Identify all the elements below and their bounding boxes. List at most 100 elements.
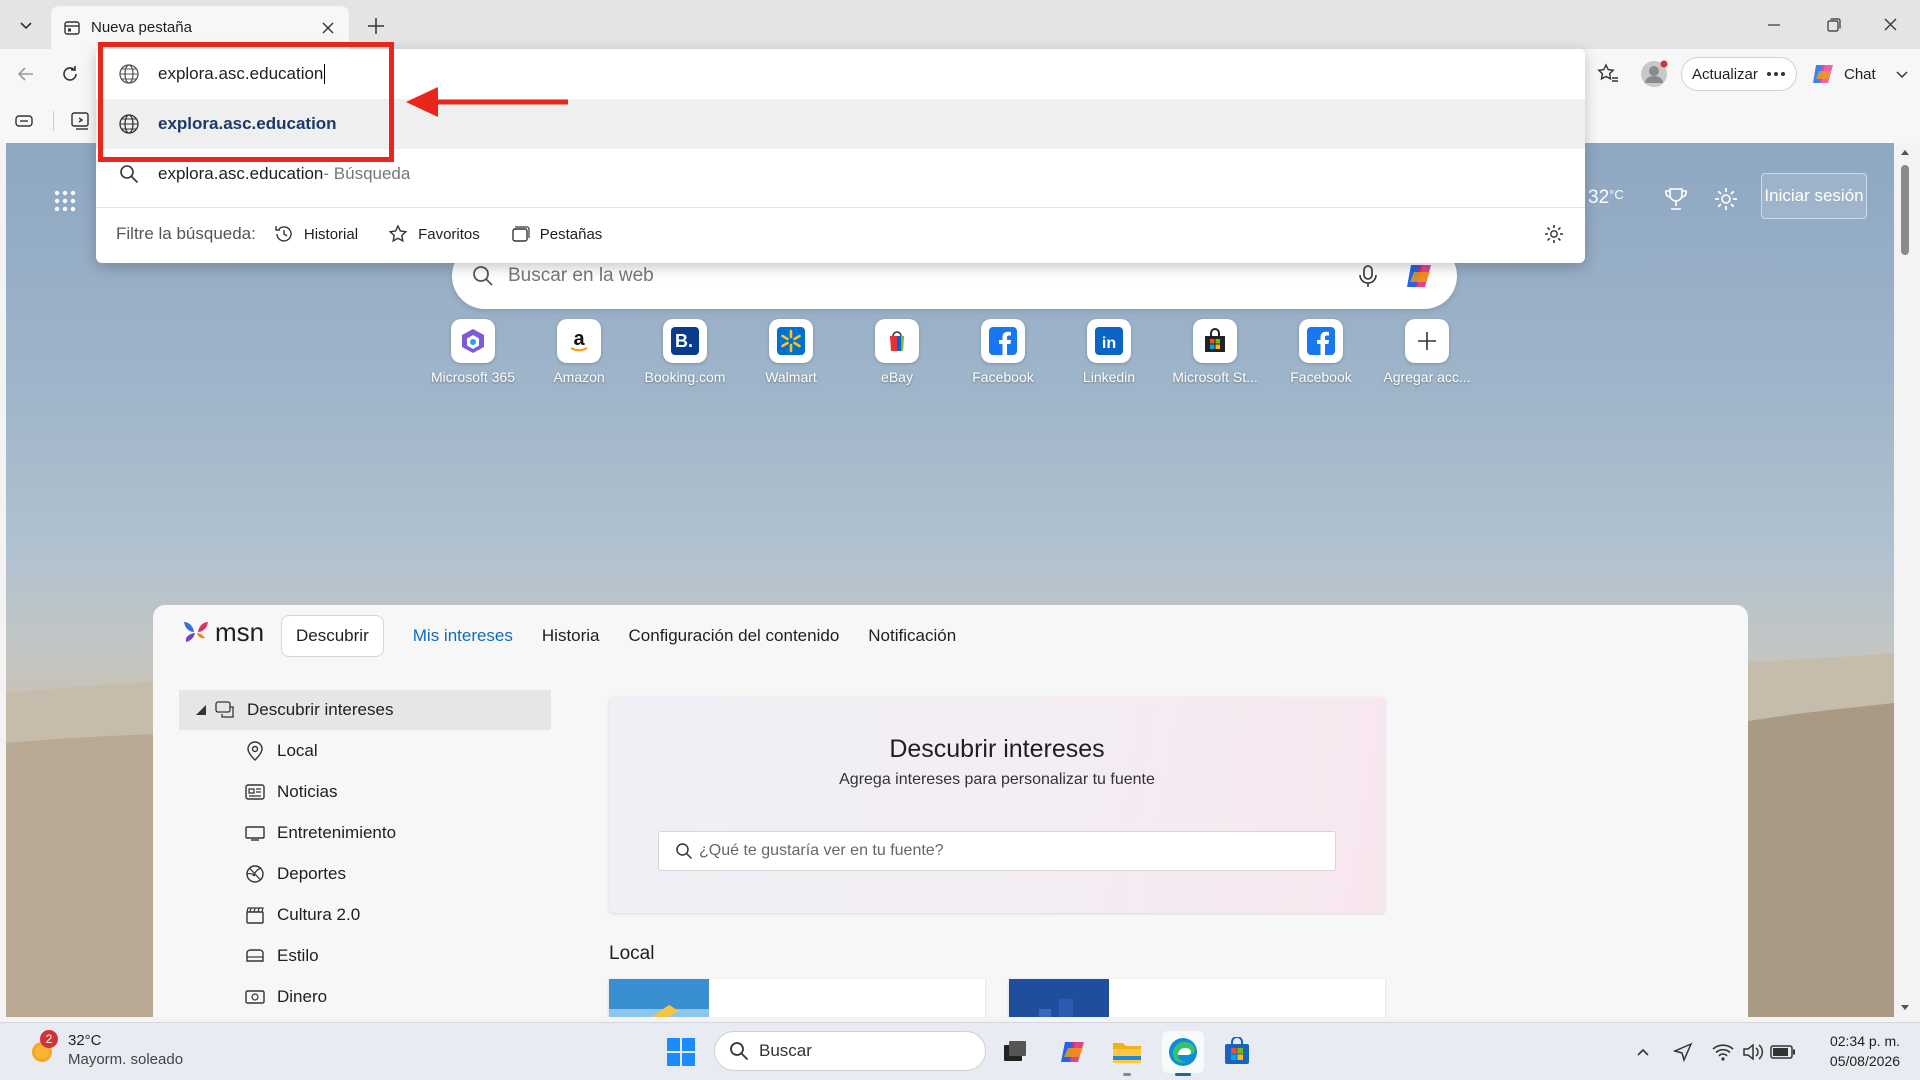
suggestion-search-suffix: - Búsqueda bbox=[323, 164, 411, 183]
weather-badge: 2 bbox=[40, 1030, 58, 1048]
msn-tab-history[interactable]: Historia bbox=[542, 615, 600, 657]
show-hidden-icons-button[interactable] bbox=[1630, 1039, 1656, 1065]
refresh-button[interactable] bbox=[52, 56, 88, 92]
battery-tray-icon[interactable] bbox=[1770, 1039, 1796, 1065]
edge-taskbar-button[interactable] bbox=[1162, 1031, 1204, 1076]
tab-actions-button[interactable] bbox=[10, 9, 42, 41]
quick-link-facebook[interactable]: Facebook bbox=[950, 319, 1056, 385]
update-button[interactable]: Actualizar bbox=[1681, 57, 1797, 91]
wifi-tray-icon[interactable] bbox=[1710, 1039, 1736, 1065]
tree-item-news[interactable]: Noticias bbox=[179, 771, 551, 812]
tree-item-style[interactable]: Estilo bbox=[179, 935, 551, 976]
apps-launcher-button[interactable] bbox=[44, 180, 86, 222]
rewards-button[interactable] bbox=[1656, 179, 1696, 219]
msn-logo[interactable]: msn bbox=[181, 617, 264, 648]
arrow-left-icon bbox=[17, 67, 33, 81]
close-tab-icon[interactable] bbox=[319, 19, 337, 37]
close-icon bbox=[1884, 18, 1896, 31]
scroll-down-icon[interactable] bbox=[1897, 1001, 1913, 1013]
quick-link-facebook-2[interactable]: Facebook bbox=[1268, 319, 1374, 385]
search-settings-button[interactable] bbox=[1539, 219, 1569, 249]
filter-tabs-button[interactable]: Pestañas bbox=[510, 224, 602, 244]
msn-tabs: Descubrir Mis intereses Historia Configu… bbox=[281, 615, 985, 657]
quick-link-amazon[interactable]: a Amazon bbox=[526, 319, 632, 385]
vertical-tabs-button[interactable] bbox=[6, 103, 42, 139]
search-icon bbox=[118, 163, 140, 185]
quick-link-microsoft-store[interactable]: Microsoft St... bbox=[1162, 319, 1268, 385]
tree-item-entertainment[interactable]: Entretenimiento bbox=[179, 812, 551, 853]
scroll-up-icon[interactable] bbox=[1897, 147, 1913, 159]
tree-item-local[interactable]: Local bbox=[179, 730, 551, 771]
local-news-card[interactable] bbox=[609, 979, 985, 1017]
msn-tab-content-settings[interactable]: Configuración del contenido bbox=[629, 615, 840, 657]
back-button[interactable] bbox=[8, 56, 44, 92]
favorites-button[interactable] bbox=[1590, 56, 1626, 92]
facebook-icon bbox=[1299, 319, 1343, 363]
gear-icon bbox=[1715, 188, 1737, 210]
quick-link-walmart[interactable]: Walmart bbox=[738, 319, 844, 385]
file-explorer-button[interactable] bbox=[1106, 1031, 1148, 1076]
tree-item-culture[interactable]: Cultura 2.0 bbox=[179, 894, 551, 935]
volume-tray-icon[interactable] bbox=[1740, 1039, 1766, 1065]
clapper-icon bbox=[245, 905, 265, 925]
tree-item-money[interactable]: Dinero bbox=[179, 976, 551, 1017]
taskbar-search-label: Buscar bbox=[759, 1041, 812, 1060]
interests-search-input[interactable]: ¿Qué te gustaría ver en tu fuente? bbox=[658, 831, 1336, 871]
sign-in-label: Iniciar sesión bbox=[1764, 186, 1864, 205]
interests-search-placeholder: ¿Qué te gustaría ver en tu fuente? bbox=[699, 842, 944, 859]
linkedin-icon: in bbox=[1087, 319, 1131, 363]
new-tab-button[interactable] bbox=[360, 10, 392, 42]
battery-icon bbox=[1770, 1045, 1795, 1059]
quick-link-booking[interactable]: B. Booking.com bbox=[632, 319, 738, 385]
start-button[interactable] bbox=[660, 1031, 702, 1073]
weather-widget[interactable]: 32°C bbox=[1588, 187, 1624, 209]
new-tab-page: 32°C Iniciar sesión Buscar en la web Mic… bbox=[6, 143, 1894, 1017]
annotation-arrow-icon bbox=[406, 87, 568, 117]
filter-history-button[interactable]: Historial bbox=[274, 224, 358, 244]
copilot-chat-button[interactable]: Chat bbox=[1800, 57, 1886, 91]
page-settings-button[interactable] bbox=[1706, 179, 1746, 219]
scrollbar-thumb[interactable] bbox=[1901, 165, 1909, 255]
msn-tab-my-interests[interactable]: Mis intereses bbox=[413, 615, 513, 657]
minimize-icon bbox=[1768, 23, 1780, 26]
copilot-taskbar-button[interactable] bbox=[1052, 1031, 1094, 1073]
collections-button[interactable] bbox=[62, 103, 98, 139]
msn-tab-discover[interactable]: Descubrir bbox=[281, 615, 384, 657]
system-clock[interactable]: 02:34 p. m. 05/08/2026 bbox=[1800, 1031, 1900, 1071]
quick-links: Microsoft 365 a Amazon B. Booking.com Wa… bbox=[420, 319, 1480, 385]
sports-icon bbox=[245, 864, 265, 884]
filter-favorites-label: Favoritos bbox=[418, 225, 480, 243]
copilot-icon[interactable] bbox=[1403, 259, 1437, 293]
close-window-button[interactable] bbox=[1862, 0, 1918, 49]
money-icon bbox=[245, 987, 265, 1007]
quick-link-ebay[interactable]: eBay bbox=[844, 319, 950, 385]
wifi-icon bbox=[1712, 1044, 1734, 1061]
quick-link-label: Facebook bbox=[972, 369, 1034, 385]
quick-link-microsoft365[interactable]: Microsoft 365 bbox=[420, 319, 526, 385]
filter-favorites-button[interactable]: Favoritos bbox=[388, 224, 480, 244]
msn-tab-notifications[interactable]: Notificación bbox=[868, 615, 956, 657]
taskbar-search-box[interactable]: Buscar bbox=[714, 1031, 986, 1071]
chat-expand-button[interactable] bbox=[1884, 56, 1920, 92]
tv-icon bbox=[245, 823, 265, 843]
location-tray-icon[interactable] bbox=[1670, 1039, 1696, 1065]
task-view-button[interactable] bbox=[994, 1031, 1036, 1073]
profile-button[interactable] bbox=[1636, 56, 1672, 92]
amazon-icon: a bbox=[557, 319, 601, 363]
microsoft-store-taskbar-button[interactable] bbox=[1216, 1031, 1258, 1073]
walmart-icon bbox=[769, 319, 813, 363]
quick-link-add[interactable]: Agregar acc... bbox=[1374, 319, 1480, 385]
taskbar-weather-widget[interactable]: 2 32°C Mayorm. soleado bbox=[26, 1030, 183, 1069]
sign-in-button[interactable]: Iniciar sesión bbox=[1761, 173, 1867, 219]
tree-item-discover-interests[interactable]: Descubrir intereses bbox=[179, 690, 551, 730]
more-dots-icon bbox=[1766, 72, 1785, 76]
tree-item-sports[interactable]: Deportes bbox=[179, 853, 551, 894]
page-scrollbar[interactable] bbox=[1897, 143, 1913, 1017]
minimize-button[interactable] bbox=[1746, 0, 1802, 49]
refresh-icon bbox=[63, 66, 77, 81]
tree-item-label: Cultura 2.0 bbox=[277, 904, 361, 924]
local-news-card[interactable] bbox=[1009, 979, 1385, 1017]
microphone-icon[interactable] bbox=[1355, 263, 1381, 289]
quick-link-linkedin[interactable]: in Linkedin bbox=[1056, 319, 1162, 385]
restore-button[interactable] bbox=[1806, 0, 1862, 49]
